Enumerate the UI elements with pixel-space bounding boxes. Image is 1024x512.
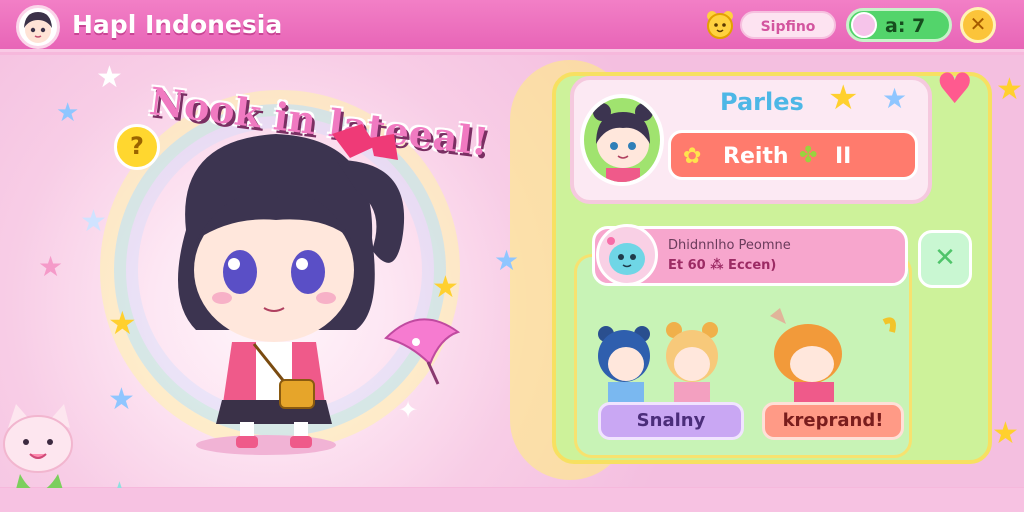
player-avatar[interactable] (16, 5, 60, 49)
bear-coin-icon (707, 11, 733, 39)
chibi-character[interactable] (136, 120, 426, 460)
star-icon: ★ (56, 98, 80, 128)
request-avatar (596, 224, 658, 286)
gem-counter[interactable]: a: 7 (846, 8, 952, 42)
clover-icon: ✤ (799, 143, 818, 168)
friends-group-image (598, 308, 896, 402)
star-icon: ★ (38, 250, 64, 283)
star-icon: ★ (80, 204, 107, 239)
hanging-star-icon: ★ (828, 78, 859, 118)
profile-avatar[interactable] (580, 94, 664, 186)
status-bar[interactable]: ✿ Reith ✤ II (668, 130, 918, 180)
gem-icon (851, 12, 877, 38)
chibi-face-icon (593, 103, 653, 182)
star-icon: ★ (108, 304, 137, 342)
profile-name: Parles (720, 88, 804, 116)
star-icon: ★ (494, 244, 520, 277)
currency-display: Sipfino (740, 11, 836, 39)
umbrella-item-icon[interactable] (380, 308, 464, 388)
star-icon: ★ (992, 416, 1019, 451)
dismiss-request-button[interactable]: ✕ (918, 230, 972, 288)
flower-icon: ✿ (683, 144, 702, 169)
star-icon: ★ (108, 382, 135, 417)
hanging-star-icon: ★ (882, 82, 908, 115)
friends-right-button[interactable]: kreprand! (762, 402, 904, 440)
friends-left-button[interactable]: Snalny (598, 402, 744, 440)
star-icon: ★ (996, 72, 1023, 107)
creature-icon (607, 237, 645, 275)
app-title: Hapl Indonesia (72, 10, 283, 39)
status-label: Reith (723, 144, 789, 169)
status-level: II (835, 144, 852, 169)
top-bar: Hapl Indonesia Sipfino a: 7 ✕ (0, 0, 1024, 52)
bottom-strip (0, 488, 1024, 512)
request-title: Dhidnnlho Peomne (668, 238, 791, 253)
request-subtitle: Et 60 ⁂ Eccen) (668, 258, 777, 273)
gem-count: a: 7 (885, 15, 926, 37)
close-button[interactable]: ✕ (960, 7, 996, 43)
star-icon: ★ (96, 60, 123, 95)
chibi-face-icon (24, 12, 52, 43)
heart-icon: ♥ (936, 64, 974, 113)
star-icon: ★ (432, 270, 459, 305)
